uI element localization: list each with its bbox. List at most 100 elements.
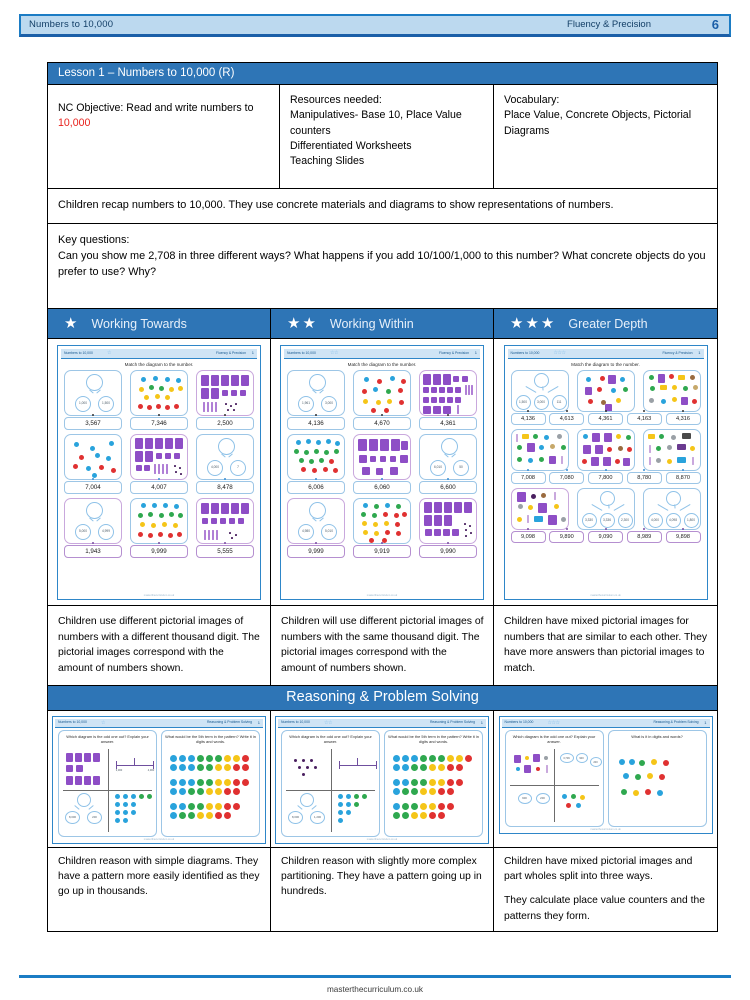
worksheet-thumbnail-0[interactable]: Numbers to 10,000 ☆ Fluency & Precision … — [57, 345, 261, 601]
page-footer: masterthecurriculum.co.uk — [326, 985, 423, 994]
answer-box[interactable]: 2,500 — [196, 414, 254, 431]
answer-box[interactable]: 9,999 — [287, 542, 345, 559]
worksheet-thumbnail-1[interactable]: Numbers to 10,000 ☆☆ Fluency & Precision… — [280, 345, 484, 601]
worksheet-answer-row: 3,567 7,346 2,500 — [64, 414, 254, 431]
answer-box[interactable]: 9,990 — [419, 542, 477, 559]
part-whole-label: 3,000 — [537, 400, 545, 405]
reasoning-question-text: What would be the 5th term in the patter… — [165, 733, 256, 744]
reasoning-question-text: Which diagram is the odd one out? Explai… — [512, 733, 596, 744]
reasoning-page-number: 1 — [704, 719, 707, 725]
reasoning-pattern-area — [389, 749, 478, 832]
answer-box[interactable]: 7,346 — [130, 414, 188, 431]
answer-box[interactable]: 1,943 — [64, 542, 122, 559]
part-whole-label: 900 — [522, 795, 527, 800]
worksheet-thumbnail-2[interactable]: Numbers to 10,000 ☆☆☆ Fluency & Precisio… — [503, 345, 708, 601]
reasoning-thumbnail-2[interactable]: Numbers to 10,000 ☆☆☆ Reasoning & Proble… — [498, 715, 713, 834]
worksheet-image-row: 6,010 50 — [287, 434, 477, 481]
worksheet-answer-row: 9,999 9,919 9,990 — [287, 542, 477, 559]
page-section-label: Fluency & Precision — [567, 19, 651, 30]
part-whole-label: 7 — [237, 465, 239, 470]
reasoning-description-text: Children have mixed pictorial images and… — [504, 855, 693, 883]
answer-value: 8,780 — [637, 475, 652, 482]
answer-box[interactable]: 9,090 — [588, 528, 623, 544]
answer-value: 4,136 — [308, 420, 324, 428]
part-whole-label: 4,098 — [669, 518, 677, 523]
part-whole-label: 1,000 — [79, 401, 87, 406]
worksheet-header-title: Numbers to 10,000 — [64, 350, 93, 355]
answer-box[interactable]: 8,989 — [626, 528, 662, 544]
answer-box[interactable]: 4,613 — [549, 410, 585, 426]
answer-value: 7,080 — [559, 475, 574, 482]
worksheet-answer-row: 1,943 9,999 5,555 — [64, 542, 254, 559]
answer-box[interactable]: 9,919 — [353, 542, 411, 559]
part-whole-label: 2,300 — [621, 518, 629, 523]
footer-rule — [19, 975, 731, 978]
worksheet-instruction: Match the diagram to the number. — [347, 362, 417, 368]
reasoning-question-text: What would be the 5th term in the patter… — [388, 733, 479, 744]
lesson-plan-page: Numbers to 10,000 Fluency & Precision 6 … — [0, 0, 750, 1000]
differentiation-header-row: ★ Working Towards ★ ★ Working Within ★ ★ ★ … — [48, 309, 717, 340]
differentiation-header-greater-depth: ★ ★ ★ Greater Depth — [494, 309, 717, 339]
answer-box[interactable]: 6,600 — [419, 478, 477, 495]
answer-box[interactable]: 3,567 — [64, 414, 122, 431]
answer-box[interactable]: 8,870 — [665, 469, 701, 485]
reasoning-pattern-area — [166, 749, 255, 832]
worksheet-answer-row: 6,006 6,060 6,600 — [287, 478, 477, 495]
answer-box[interactable]: 8,478 — [196, 478, 254, 495]
answer-box[interactable]: 4,670 — [353, 414, 411, 431]
answer-box[interactable]: 9,999 — [130, 542, 188, 559]
answer-box[interactable]: 7,080 — [549, 469, 585, 485]
answer-box[interactable]: 5,555 — [196, 542, 254, 559]
answer-box[interactable]: 7,800 — [588, 469, 623, 485]
reasoning-thumbnail-0[interactable]: Numbers to 10,000 ☆ Reasoning & Problem … — [52, 715, 266, 844]
counter-diagram — [353, 370, 411, 417]
key-questions-label: Key questions: — [58, 234, 130, 247]
part-whole-label: 8,000 — [69, 814, 76, 819]
worksheet-grid: 1,961 3,000 4,136 4,670 4,361 6,010 50 6… — [287, 370, 477, 591]
counter-diagram — [287, 434, 345, 481]
answer-box[interactable]: 4,136 — [287, 414, 345, 431]
answer-value: 6,060 — [374, 484, 390, 492]
reasoning-page-number: 1 — [257, 719, 260, 725]
reasoning-question-panel-right: What would be the 5th term in the patter… — [384, 729, 483, 837]
answer-value: 4,361 — [440, 420, 456, 428]
answer-box[interactable]: 4,136 — [510, 410, 546, 426]
part-whole-label: 1,200 — [314, 814, 321, 819]
answer-box[interactable]: 9,098 — [510, 528, 546, 544]
answer-box[interactable]: 4,361 — [419, 414, 477, 431]
answer-box[interactable]: 4,163 — [626, 410, 662, 426]
mixed-counter-diagram — [642, 429, 701, 472]
answer-box[interactable]: 9,890 — [549, 528, 585, 544]
star-icon: ★ — [287, 315, 301, 333]
answer-value: 8,989 — [637, 534, 652, 541]
base-ten-diagram — [419, 370, 477, 417]
answer-box[interactable]: 9,898 — [665, 528, 701, 544]
reasoning-header-bar: Numbers to 10,000 ☆ Reasoning & Problem … — [55, 718, 263, 728]
answer-box[interactable]: 7,008 — [510, 469, 546, 485]
part-whole-diagram: 1,500 3,000 111 — [510, 370, 569, 413]
part-whole-label: 200 — [540, 795, 545, 800]
vocabulary-cell: Vocabulary: Place Value, Concrete Object… — [494, 85, 717, 188]
base-ten-diagram — [419, 498, 477, 545]
reasoning-question-text: What is it in digits and words? — [631, 733, 683, 739]
star-rating-2: ★ ★ — [287, 316, 316, 331]
answer-box[interactable]: 6,006 — [287, 478, 345, 495]
answer-box[interactable]: 6,060 — [353, 478, 411, 495]
reasoning-thumbnail-1[interactable]: Numbers to 10,000 ☆☆ Reasoning & Problem… — [275, 715, 489, 844]
lesson-heading: Lesson 1 – Numbers to 10,000 (R) — [48, 63, 717, 85]
reasoning-thumbnail-row: Numbers to 10,000 ☆ Reasoning & Problem … — [48, 710, 717, 847]
nc-objective-cell: NC Objective: Read and write numbers to … — [48, 85, 280, 188]
numberline-label-left: 3,000 — [115, 768, 123, 772]
reasoning-header-bar: Numbers to 10,000 ☆☆☆ Reasoning & Proble… — [501, 718, 710, 728]
worksheet-header-bar: Numbers to 10,000 ☆☆☆ Fluency & Precisio… — [507, 349, 704, 360]
answer-box[interactable]: 8,780 — [626, 469, 662, 485]
answer-box[interactable]: 7,004 — [64, 478, 122, 495]
answer-value: 7,008 — [521, 475, 535, 482]
answer-box[interactable]: 4,316 — [665, 410, 701, 426]
resources-label: Resources needed: — [290, 94, 382, 106]
star-icon: ★ — [302, 315, 316, 333]
answer-value: 8,478 — [217, 484, 233, 492]
answer-box[interactable]: 4,007 — [130, 478, 188, 495]
key-questions-block: Key questions: Can you show me 2,708 in … — [48, 224, 717, 310]
answer-box[interactable]: 4,361 — [588, 410, 623, 426]
